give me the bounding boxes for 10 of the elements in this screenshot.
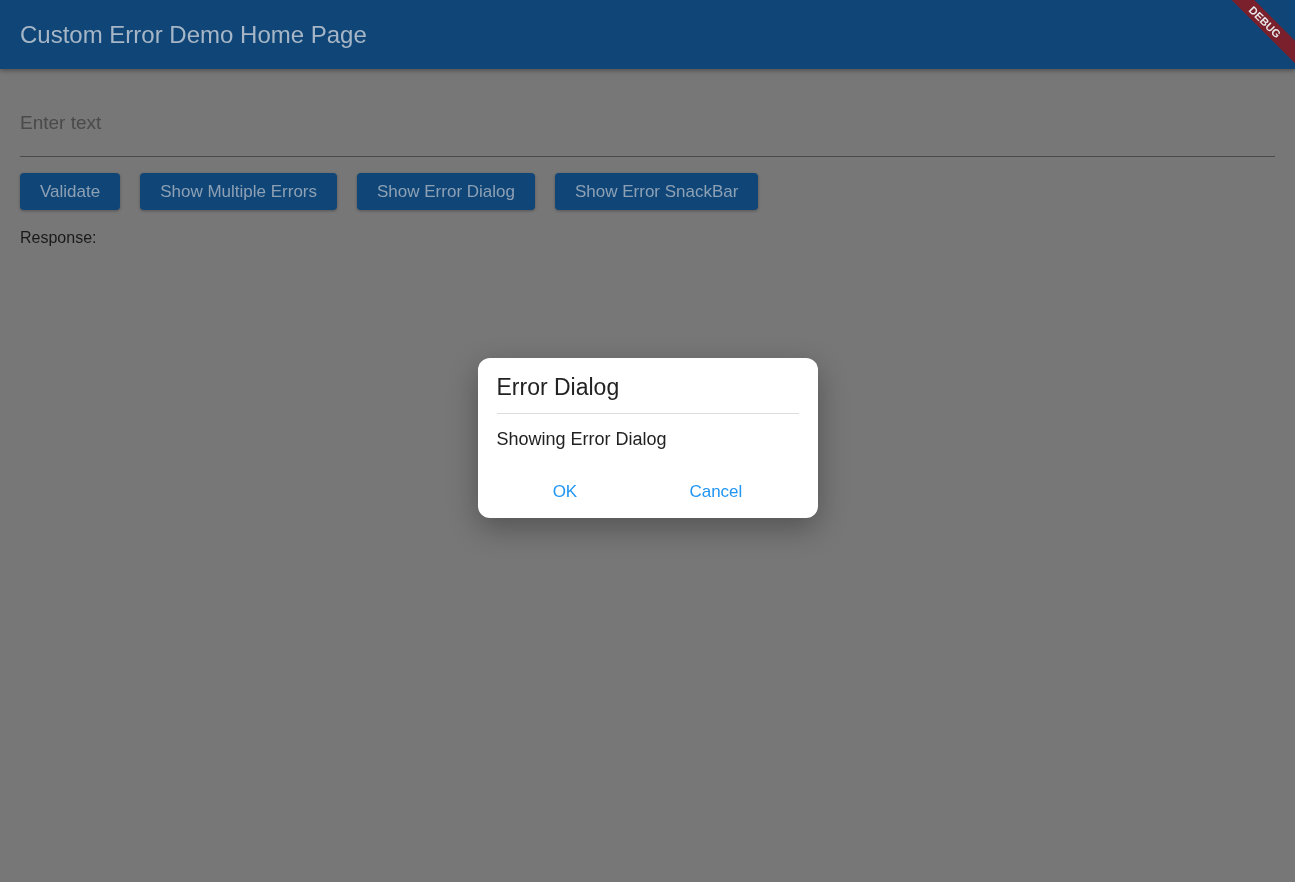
- action-button[interactable]: Show Error Dialog: [357, 172, 535, 210]
- action-button[interactable]: Validate: [20, 172, 121, 210]
- action-button[interactable]: Show Error SnackBar: [554, 172, 759, 210]
- response-label: Response:: [20, 228, 98, 248]
- app-title: Custom Error Demo Home Page: [20, 19, 367, 50]
- dialog-message: Showing Error Dialog: [496, 427, 668, 451]
- dialog-action-button[interactable]: Cancel: [681, 478, 751, 504]
- dialog-action-button[interactable]: OK: [544, 478, 586, 504]
- action-button[interactable]: Show Multiple Errors: [140, 172, 337, 210]
- dialog-title: Error Dialog: [496, 370, 799, 414]
